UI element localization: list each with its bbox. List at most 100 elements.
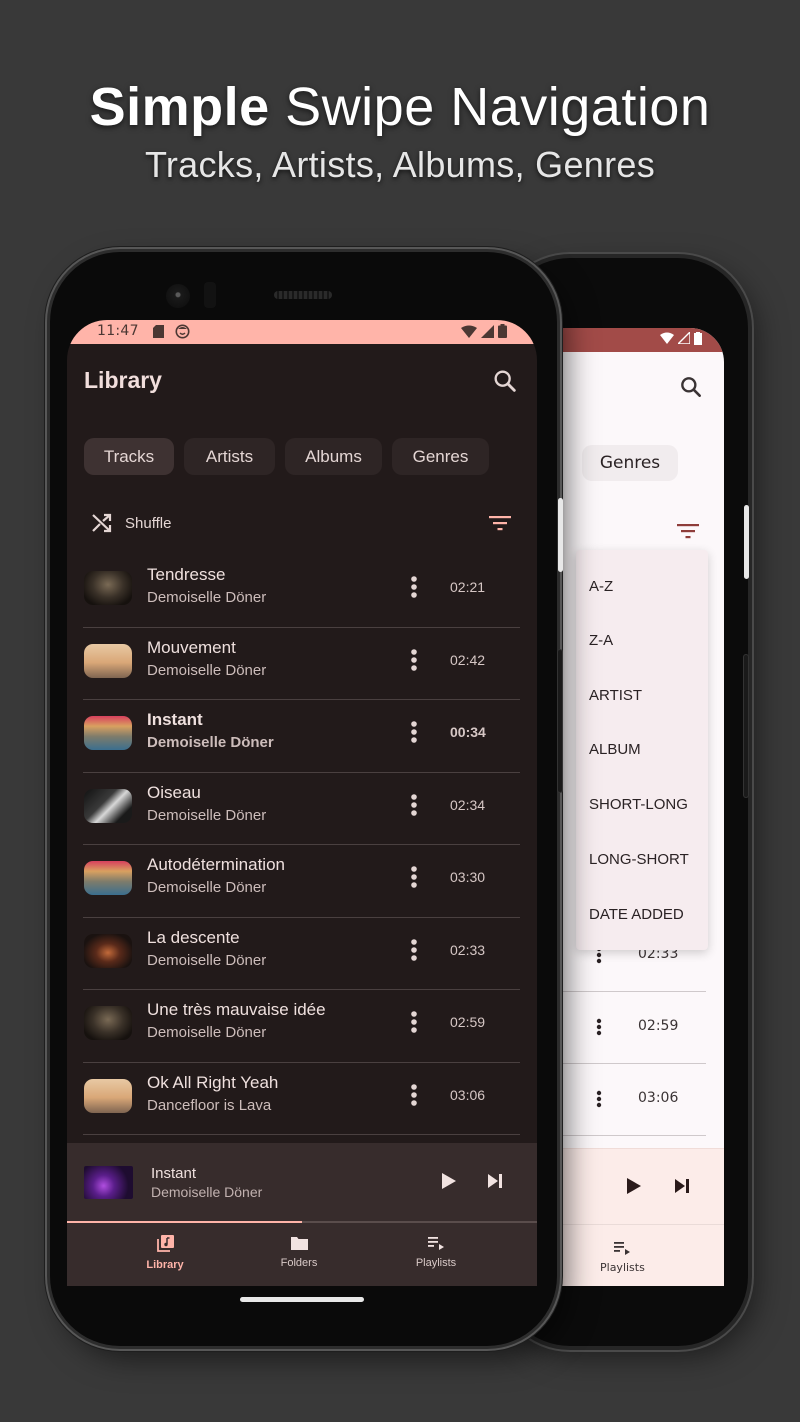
battery-icon <box>498 324 507 338</box>
track-artist: Demoiselle Döner <box>147 734 274 751</box>
track-duration: 02:42 <box>450 651 486 668</box>
library-tabs: Tracks Artists Albums Genres <box>84 438 489 475</box>
shuffle-button[interactable]: Shuffle <box>91 513 171 533</box>
power-button <box>744 505 749 579</box>
library-music-icon <box>156 1235 174 1252</box>
search-icon[interactable] <box>678 374 704 400</box>
skip-next-icon[interactable] <box>674 1178 690 1194</box>
track-duration: 02:34 <box>450 796 486 813</box>
sort-option-z-a[interactable]: Z-A <box>589 632 613 649</box>
sort-option-long-short[interactable]: LONG-SHORT <box>589 851 689 868</box>
track-artwork <box>84 861 132 895</box>
volume-button <box>744 655 748 797</box>
sort-option-album[interactable]: ALBUM <box>589 741 641 758</box>
track-duration: 02:21 <box>450 579 486 595</box>
more-icon[interactable] <box>596 1018 602 1036</box>
track-list: Tendresse Demoiselle Döner 02:21 Mouveme… <box>83 555 520 1135</box>
track-artist: Demoiselle Döner <box>147 661 267 679</box>
track-row[interactable]: Instant Demoiselle Döner 00:34 <box>83 700 520 773</box>
more-icon[interactable] <box>409 1010 419 1034</box>
track-artist: Demoiselle Döner <box>147 951 267 969</box>
track-title: Mouvement <box>147 637 236 657</box>
bottom-navigation: Library Folders Playlists <box>67 1223 537 1286</box>
shuffle-label: Shuffle <box>125 514 172 532</box>
now-playing-artwork <box>84 1166 133 1199</box>
nav-playlists[interactable]: Playlists <box>391 1235 481 1269</box>
track-row[interactable]: Une très mauvaise idée Demoiselle Döner … <box>83 990 520 1063</box>
front-phone-screen: 11:47 Library Tracks Artists Albums Genr… <box>67 320 537 1286</box>
tab-albums[interactable]: Albums <box>285 438 382 475</box>
track-artist: Dancefloor is Lava <box>147 1096 272 1114</box>
folder-icon <box>290 1237 308 1250</box>
nav-folders[interactable]: Folders <box>254 1235 344 1269</box>
more-icon[interactable] <box>409 575 419 599</box>
play-icon[interactable] <box>441 1172 457 1190</box>
tab-tracks[interactable]: Tracks <box>84 438 174 475</box>
track-artwork <box>84 571 132 605</box>
mini-player[interactable]: Instant Demoiselle Döner <box>67 1143 537 1221</box>
shuffle-icon <box>92 513 112 533</box>
signal-icon <box>481 325 494 338</box>
nav-library[interactable]: Library <box>120 1235 210 1271</box>
proximity-sensor <box>204 282 216 308</box>
track-title: Instant <box>147 710 203 729</box>
skip-next-icon[interactable] <box>487 1173 503 1189</box>
tab-genres[interactable]: Genres <box>582 445 678 481</box>
tab-genres[interactable]: Genres <box>392 438 489 475</box>
track-artwork <box>84 1078 132 1113</box>
promo-headline: Simple Swipe Navigation <box>0 76 800 138</box>
more-icon[interactable] <box>409 1083 419 1107</box>
track-duration: 02:59 <box>638 1018 679 1034</box>
home-indicator[interactable] <box>240 1297 364 1302</box>
status-time: 11:47 <box>97 323 139 339</box>
sort-option-a-z[interactable]: A-Z <box>589 578 613 595</box>
track-row[interactable]: Oiseau Demoiselle Döner 02:34 <box>83 773 520 845</box>
sort-icon[interactable] <box>676 522 700 540</box>
play-icon[interactable] <box>626 1177 642 1195</box>
more-icon[interactable] <box>409 720 419 744</box>
wifi-icon <box>461 325 477 338</box>
nav-playlists-label[interactable]: Playlists <box>600 1261 645 1274</box>
battery-icon <box>694 332 702 345</box>
headline-rest: Swipe Navigation <box>285 77 711 137</box>
sort-menu: A-Z Z-A ARTIST ALBUM SHORT-LONG LONG-SHO… <box>576 550 708 950</box>
track-artwork <box>84 788 132 823</box>
headline-bold: Simple <box>89 77 270 137</box>
search-icon[interactable] <box>491 367 519 395</box>
more-icon[interactable] <box>409 938 419 962</box>
promo-subline: Tracks, Artists, Albums, Genres <box>144 144 656 185</box>
track-row[interactable]: Tendresse Demoiselle Döner 02:21 <box>83 555 520 628</box>
playlist-play-icon <box>428 1237 444 1250</box>
front-camera <box>166 284 190 308</box>
track-artwork <box>84 933 132 968</box>
sort-icon[interactable] <box>488 514 512 532</box>
track-row[interactable]: Autodétermination Demoiselle Döner 03:30 <box>83 845 520 918</box>
track-row[interactable]: Mouvement Demoiselle Döner 02:42 <box>83 628 520 700</box>
sort-option-date-added[interactable]: DATE ADDED <box>589 906 684 923</box>
playlist-play-icon <box>614 1242 630 1255</box>
track-artist: Demoiselle Döner <box>147 879 267 896</box>
earpiece-speaker <box>274 291 332 299</box>
track-title: Tendresse <box>147 565 226 584</box>
track-title: Une très mauvaise idée <box>147 1000 326 1019</box>
track-title: La descente <box>147 927 240 947</box>
more-icon[interactable] <box>409 865 419 889</box>
more-icon[interactable] <box>409 648 419 672</box>
nav-library-label: Library <box>146 1259 184 1271</box>
track-row[interactable]: Ok All Right Yeah Dancefloor is Lava 03:… <box>83 1063 520 1135</box>
now-playing-artist: Demoiselle Döner <box>151 1184 263 1200</box>
tab-artists[interactable]: Artists <box>184 438 275 475</box>
track-artist: Demoiselle Döner <box>147 806 267 824</box>
more-icon[interactable] <box>596 1090 602 1108</box>
sort-option-short-long[interactable]: SHORT-LONG <box>589 796 688 813</box>
nav-playlists-label: Playlists <box>415 1257 457 1269</box>
track-row[interactable]: La descente Demoiselle Döner 02:33 <box>83 918 520 990</box>
track-artwork <box>84 1006 132 1040</box>
sort-option-artist[interactable]: ARTIST <box>589 687 642 704</box>
status-bar: 11:47 <box>67 320 537 344</box>
track-artist: Demoiselle Döner <box>147 1024 267 1041</box>
track-artist: Demoiselle Döner <box>147 589 267 606</box>
track-artwork <box>84 716 132 750</box>
page-title: Library <box>84 367 162 393</box>
more-icon[interactable] <box>409 793 419 817</box>
